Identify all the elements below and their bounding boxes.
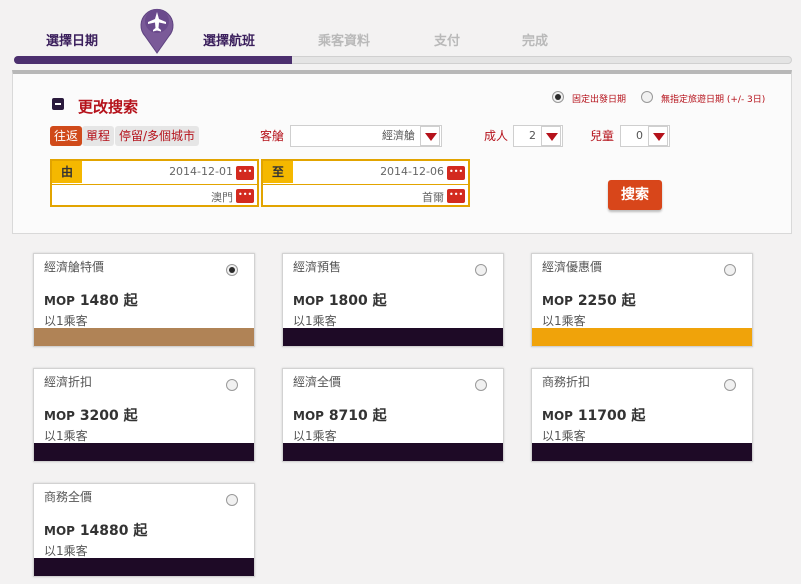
fare-color-bar: [34, 443, 254, 461]
fare-price: MOP 14880 起: [44, 520, 147, 540]
fare-price: MOP 1800 起: [293, 290, 387, 310]
fare-radio[interactable]: [475, 379, 487, 391]
label-fixed-date: 固定出發日期: [572, 95, 627, 105]
step-payment: 支付: [434, 34, 461, 49]
fare-suffix: 起: [123, 408, 138, 424]
fare-currency: MOP: [293, 409, 324, 423]
fare-amount: 11700: [577, 408, 627, 424]
panel-title: 更改搜索: [78, 98, 139, 116]
step-passenger-info: 乘客資料: [318, 34, 371, 49]
city-picker-icon[interactable]: [236, 189, 254, 203]
calendar-icon[interactable]: [236, 166, 254, 180]
child-dropdown-icon[interactable]: [648, 126, 668, 146]
fare-amount: 1800: [328, 293, 368, 309]
fare-price: MOP 2250 起: [542, 290, 636, 310]
collapse-icon[interactable]: [52, 98, 64, 110]
fare-suffix: 起: [372, 293, 387, 309]
destination-label: 至: [263, 161, 293, 183]
destination-city[interactable]: 首爾: [422, 189, 444, 205]
fare-name: 經濟預售: [293, 260, 342, 274]
city-picker-icon[interactable]: [447, 189, 465, 203]
search-button[interactable]: 搜索: [608, 180, 662, 210]
step-select-flight: 選擇航班: [203, 34, 256, 49]
fare-name: 商務折扣: [542, 375, 591, 389]
radio-flexible-date[interactable]: [641, 91, 653, 103]
destination-box[interactable]: 至 2014-12-06 首爾: [261, 159, 470, 207]
fare-name: 經濟優惠價: [542, 260, 603, 274]
fare-amount: 8710: [328, 408, 368, 424]
fare-passenger: 以1乘客: [44, 429, 88, 443]
fare-card[interactable]: 經濟優惠價 MOP 2250 起以1乘客: [531, 253, 753, 347]
fare-amount: 1480: [79, 293, 119, 309]
origin-box[interactable]: 由 2014-12-01 澳門: [50, 159, 259, 207]
fare-currency: MOP: [44, 524, 75, 538]
radio-fixed-date[interactable]: [552, 91, 564, 103]
airplane-pin-icon: [140, 8, 174, 54]
fare-suffix: 起: [133, 523, 148, 539]
fare-radio[interactable]: [724, 379, 736, 391]
fare-color-bar: [283, 443, 503, 461]
fare-name: 商務全價: [44, 490, 93, 504]
fare-radio[interactable]: [724, 264, 736, 276]
fare-currency: MOP: [542, 294, 573, 308]
tab-one-way[interactable]: 單程: [82, 126, 115, 146]
fare-radio[interactable]: [475, 264, 487, 276]
fare-price: MOP 8710 起: [293, 405, 387, 425]
fare-suffix: 起: [631, 408, 646, 424]
fare-passenger: 以1乘客: [293, 314, 337, 328]
fare-amount: 2250: [577, 293, 617, 309]
fare-passenger: 以1乘客: [293, 429, 337, 443]
fare-card[interactable]: 經濟艙特價 MOP 1480 起以1乘客: [33, 253, 255, 347]
fare-passenger: 以1乘客: [44, 544, 88, 558]
step-complete: 完成: [522, 34, 549, 49]
fare-color-bar: [532, 328, 752, 346]
origin-city[interactable]: 澳門: [211, 189, 233, 205]
fare-card[interactable]: 商務折扣 MOP 11700 起以1乘客: [531, 368, 753, 462]
adult-dropdown-icon[interactable]: [541, 126, 561, 146]
fare-card[interactable]: 經濟預售 MOP 1800 起以1乘客: [282, 253, 504, 347]
fare-suffix: 起: [372, 408, 387, 424]
adult-label: 成人: [484, 129, 509, 143]
fare-radio[interactable]: [226, 494, 238, 506]
label-flexible-date: 無指定旅遊日期 (+/- 3日): [661, 95, 766, 105]
tab-multi-city[interactable]: 停留/多個城市: [115, 126, 200, 146]
cabin-label: 客艙: [260, 129, 285, 143]
fare-radio[interactable]: [226, 264, 238, 276]
child-label: 兒童: [590, 129, 615, 143]
fare-currency: MOP: [44, 409, 75, 423]
progress-fill: [14, 56, 292, 64]
tab-round-trip[interactable]: 往返: [50, 126, 83, 146]
fare-currency: MOP: [542, 409, 573, 423]
fare-passenger: 以1乘客: [44, 314, 88, 328]
fare-card[interactable]: 經濟折扣 MOP 3200 起以1乘客: [33, 368, 255, 462]
fare-card[interactable]: 商務全價 MOP 14880 起以1乘客: [33, 483, 255, 577]
fare-color-bar: [34, 328, 254, 346]
fare-currency: MOP: [44, 294, 75, 308]
return-date[interactable]: 2014-12-06: [380, 165, 444, 178]
fare-amount: 3200: [79, 408, 119, 424]
fare-suffix: 起: [621, 293, 636, 309]
fare-name: 經濟全價: [293, 375, 342, 389]
fare-radio[interactable]: [226, 379, 238, 391]
calendar-icon[interactable]: [447, 166, 465, 180]
fare-passenger: 以1乘客: [542, 314, 586, 328]
fare-color-bar: [532, 443, 752, 461]
cabin-dropdown-icon[interactable]: [420, 126, 440, 146]
fare-price: MOP 1480 起: [44, 290, 138, 310]
step-select-date[interactable]: 選擇日期: [46, 30, 98, 49]
depart-date[interactable]: 2014-12-01: [169, 165, 233, 178]
fare-name: 經濟艙特價: [44, 260, 105, 274]
fare-amount: 14880: [79, 523, 129, 539]
fare-name: 經濟折扣: [44, 375, 93, 389]
fare-price: MOP 3200 起: [44, 405, 138, 425]
fare-suffix: 起: [123, 293, 138, 309]
fare-card[interactable]: 經濟全價 MOP 8710 起以1乘客: [282, 368, 504, 462]
origin-label: 由: [52, 161, 82, 183]
fare-color-bar: [283, 328, 503, 346]
fare-currency: MOP: [293, 294, 324, 308]
fare-price: MOP 11700 起: [542, 405, 645, 425]
fare-color-bar: [34, 558, 254, 576]
fare-passenger: 以1乘客: [542, 429, 586, 443]
